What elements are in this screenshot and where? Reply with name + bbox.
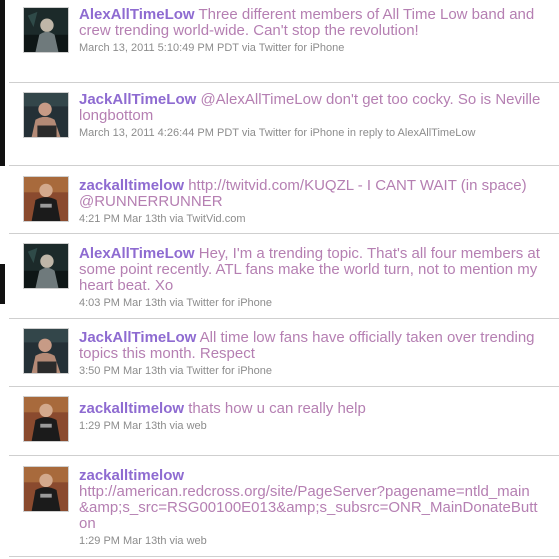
tweet-body: zackalltimelow thats how u can really he… bbox=[79, 401, 553, 434]
tweet-text: AlexAllTimeLow Three different members o… bbox=[79, 7, 553, 39]
tweet-feed: AlexAllTimeLow Three different members o… bbox=[9, 0, 559, 559]
jack-avatar-photo bbox=[24, 93, 68, 137]
tweet-body: zackalltimelow http://twitvid.com/KUQZL … bbox=[79, 178, 553, 227]
username-link[interactable]: JackAllTimeLow bbox=[79, 329, 196, 346]
divider bbox=[9, 386, 559, 387]
zack-avatar-photo bbox=[24, 397, 68, 441]
tweet-body: JackAllTimeLow @AlexAllTimeLow don't get… bbox=[79, 92, 553, 141]
alex-avatar-photo bbox=[24, 244, 68, 288]
tweet-meta[interactable]: March 13, 2011 4:26:44 PM PDT via Twitte… bbox=[79, 125, 553, 141]
divider bbox=[9, 165, 559, 166]
tweet-body: AlexAllTimeLow Hey, I'm a trending topic… bbox=[79, 246, 553, 311]
tweet-content: thats how u can really help bbox=[188, 400, 366, 417]
tweet-meta[interactable]: 1:29 PM Mar 13th via web bbox=[79, 533, 539, 549]
zack-avatar[interactable] bbox=[23, 396, 69, 442]
jack-avatar-photo bbox=[24, 329, 68, 373]
divider bbox=[9, 455, 559, 456]
tweet-text: JackAllTimeLow All time low fans have of… bbox=[79, 330, 553, 362]
tweet-meta[interactable]: 3:50 PM Mar 13th via Twitter for iPhone bbox=[79, 363, 553, 379]
divider bbox=[9, 318, 559, 319]
tweet-meta[interactable]: March 13, 2011 5:10:49 PM PDT via Twitte… bbox=[79, 40, 553, 56]
tweet-text: JackAllTimeLow @AlexAllTimeLow don't get… bbox=[79, 92, 553, 124]
username-link[interactable]: AlexAllTimeLow bbox=[79, 6, 195, 23]
alex-avatar[interactable] bbox=[23, 243, 69, 289]
tweet-meta[interactable]: 4:21 PM Mar 13th via TwitVid.com bbox=[79, 211, 553, 227]
tweet-text: zackalltimelow http://twitvid.com/KUQZL … bbox=[79, 178, 553, 210]
left-edge-segment bbox=[0, 264, 5, 304]
divider bbox=[9, 556, 559, 557]
zack-avatar[interactable] bbox=[23, 466, 69, 512]
zack-avatar-photo bbox=[24, 177, 68, 221]
tweet-meta[interactable]: 4:03 PM Mar 13th via Twitter for iPhone bbox=[79, 295, 553, 311]
left-edge-segment bbox=[0, 0, 5, 166]
username-link[interactable]: JackAllTimeLow bbox=[79, 91, 196, 108]
zack-avatar-photo bbox=[24, 467, 68, 511]
tweet-content[interactable]: http://american.redcross.org/site/PageSe… bbox=[79, 483, 538, 532]
username-link[interactable]: zackalltimelow bbox=[79, 467, 184, 484]
left-edge-strip bbox=[0, 0, 6, 559]
divider bbox=[9, 233, 559, 234]
username-link[interactable]: zackalltimelow bbox=[79, 177, 184, 194]
tweet-body: AlexAllTimeLow Three different members o… bbox=[79, 7, 553, 56]
jack-avatar[interactable] bbox=[23, 328, 69, 374]
tweet-text: AlexAllTimeLow Hey, I'm a trending topic… bbox=[79, 246, 553, 294]
zack-avatar[interactable] bbox=[23, 176, 69, 222]
tweet-text: zackalltimelow http://american.redcross.o… bbox=[79, 468, 539, 532]
tweet-body: JackAllTimeLow All time low fans have of… bbox=[79, 330, 553, 379]
tweet-meta[interactable]: 1:29 PM Mar 13th via web bbox=[79, 418, 553, 434]
alex-avatar[interactable] bbox=[23, 7, 69, 53]
username-link[interactable]: AlexAllTimeLow bbox=[79, 245, 195, 262]
tweet-body: zackalltimelow http://american.redcross.o… bbox=[79, 468, 539, 549]
alex-avatar-photo bbox=[24, 8, 68, 52]
tweet-text: zackalltimelow thats how u can really he… bbox=[79, 401, 553, 417]
username-link[interactable]: zackalltimelow bbox=[79, 400, 184, 417]
jack-avatar[interactable] bbox=[23, 92, 69, 138]
divider bbox=[9, 82, 559, 83]
